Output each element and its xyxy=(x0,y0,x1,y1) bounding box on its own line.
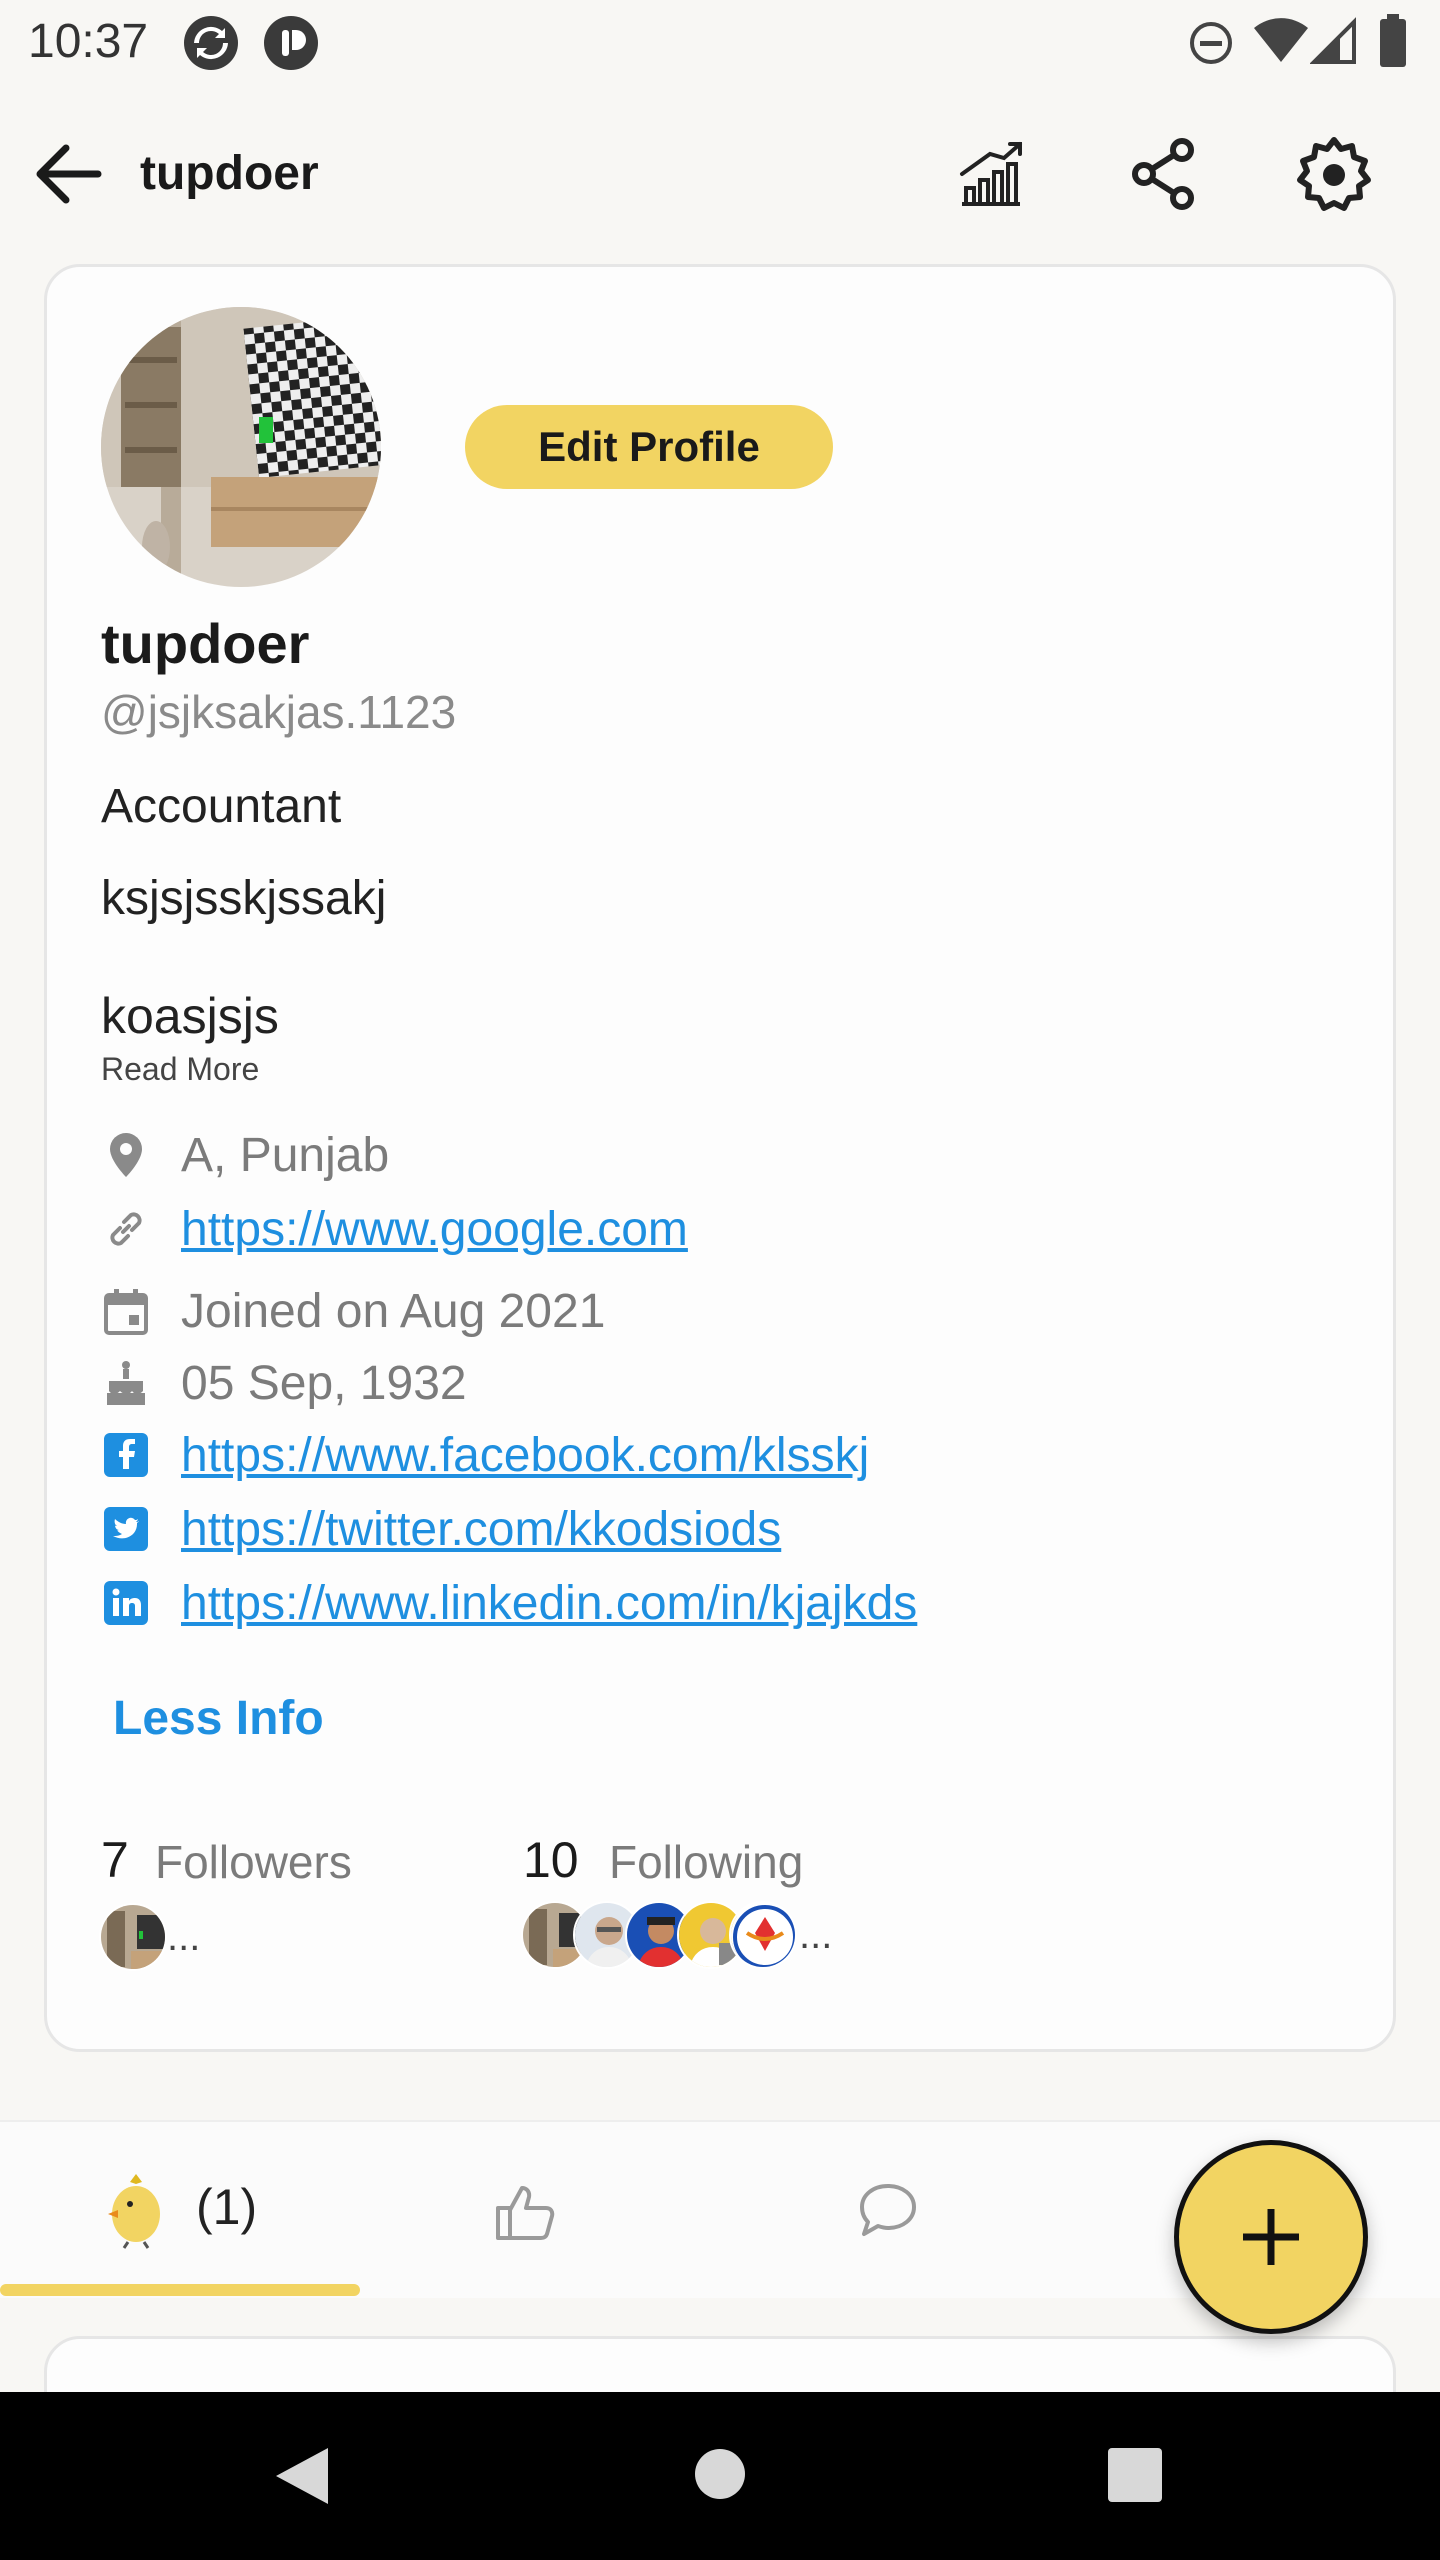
app-bar: tupdoer xyxy=(0,84,1440,260)
facebook-link[interactable]: https://www.facebook.com/klsskj xyxy=(181,1428,869,1483)
wifi-icon xyxy=(1254,18,1308,62)
active-tab-indicator xyxy=(0,2284,360,2296)
tab-posts[interactable]: (1) xyxy=(0,2122,360,2298)
battery-icon xyxy=(1380,14,1406,67)
profile-job: Accountant xyxy=(101,780,342,833)
plus-icon xyxy=(1243,2209,1299,2265)
following-more[interactable]: ... xyxy=(799,1913,832,1958)
status-time: 10:37 xyxy=(28,15,149,68)
info-website-row: https://www.google.com xyxy=(101,1199,1301,1259)
tab-likes[interactable] xyxy=(360,2122,720,2298)
birthday-cake-icon xyxy=(101,1358,151,1408)
joined-text: Joined on Aug 2021 xyxy=(181,1284,606,1338)
nav-back-icon[interactable] xyxy=(272,2444,332,2508)
edit-profile-button[interactable]: Edit Profile xyxy=(465,405,833,489)
page-title: tupdoer xyxy=(140,147,319,200)
app-notification-icon xyxy=(264,16,318,70)
website-link[interactable]: https://www.google.com xyxy=(181,1202,688,1257)
info-birthday-row: 05 Sep, 1932 xyxy=(101,1353,1301,1413)
tab-comments[interactable] xyxy=(720,2122,1080,2298)
link-icon xyxy=(101,1204,151,1254)
cell-signal-icon xyxy=(1310,17,1356,64)
share-icon[interactable] xyxy=(1124,134,1204,214)
followers-more[interactable]: ... xyxy=(167,1915,200,1960)
system-nav-bar xyxy=(0,2392,1440,2560)
following-avatar[interactable] xyxy=(729,1901,797,1969)
profile-bio-line: koasjsjs xyxy=(101,988,279,1044)
info-location-row: A, Punjab xyxy=(101,1125,1301,1185)
followers-label[interactable]: Followers xyxy=(155,1835,352,1889)
avatar[interactable] xyxy=(101,307,381,587)
status-bar: 10:37 xyxy=(0,0,1440,84)
following-label[interactable]: Following xyxy=(609,1835,803,1889)
profile-bio-line: ksjsjsskjssakj xyxy=(101,872,387,925)
info-joined-row: Joined on Aug 2021 xyxy=(101,1281,1301,1341)
chick-icon xyxy=(108,2174,160,2249)
nav-recents-icon[interactable] xyxy=(1108,2448,1162,2502)
sync-app-icon xyxy=(184,16,238,70)
follower-avatar[interactable] xyxy=(99,1903,167,1971)
stats-icon[interactable] xyxy=(950,134,1030,214)
back-arrow-icon[interactable] xyxy=(30,136,106,212)
birthday-text: 05 Sep, 1932 xyxy=(181,1356,467,1410)
do-not-disturb-icon xyxy=(1190,22,1232,64)
comment-icon xyxy=(860,2184,916,2236)
posts-count: (1) xyxy=(196,2179,258,2235)
less-info-button[interactable]: Less Info xyxy=(113,1691,324,1746)
linkedin-icon xyxy=(101,1578,151,1628)
profile-name: tupdoer xyxy=(101,612,310,675)
followers-count[interactable]: 7 xyxy=(101,1831,129,1889)
info-twitter-row: https://twitter.com/kkodsiods xyxy=(101,1499,1301,1559)
calendar-icon xyxy=(101,1286,151,1336)
profile-handle: @jsjksakjas.1123 xyxy=(101,686,457,738)
info-facebook-row: https://www.facebook.com/klsskj xyxy=(101,1425,1301,1485)
profile-card: Edit Profile tupdoer @jsjksakjas.1123 Ac… xyxy=(44,264,1396,2052)
nav-home-icon[interactable] xyxy=(694,2448,746,2500)
linkedin-link[interactable]: https://www.linkedin.com/in/kjajkds xyxy=(181,1576,917,1631)
facebook-icon xyxy=(101,1430,151,1480)
twitter-link[interactable]: https://twitter.com/kkodsiods xyxy=(181,1502,781,1557)
settings-icon[interactable] xyxy=(1294,134,1374,214)
location-pin-icon xyxy=(101,1130,151,1180)
following-count[interactable]: 10 xyxy=(523,1831,579,1889)
create-post-button[interactable] xyxy=(1174,2140,1368,2334)
location-text: A, Punjab xyxy=(181,1128,390,1182)
thumbs-up-icon xyxy=(496,2186,555,2240)
info-linkedin-row: https://www.linkedin.com/in/kjajkds xyxy=(101,1573,1301,1633)
twitter-icon xyxy=(101,1504,151,1554)
read-more-link[interactable]: Read More xyxy=(101,1051,259,1088)
